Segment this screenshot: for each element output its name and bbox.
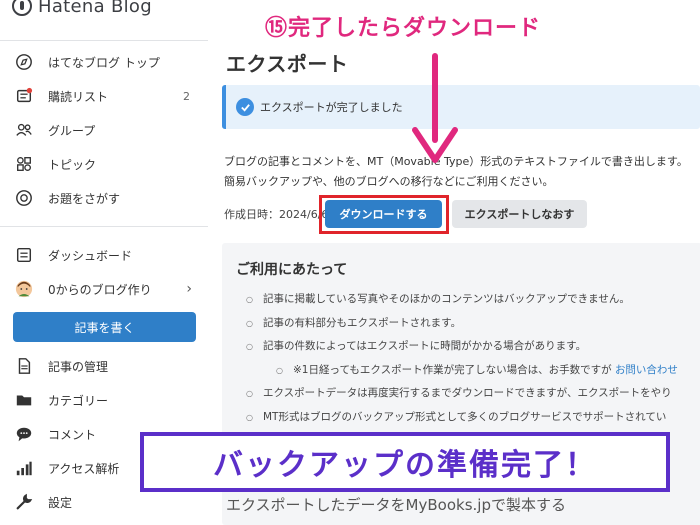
sidebar-item-categories[interactable]: カテゴリー [0,383,208,417]
sidebar-divider [0,226,208,227]
notice-sub-text: ※1日経ってもエクスポート作業が完了しない場合は、お手数ですが [292,363,615,376]
notice-title: ご利用にあたって [236,262,348,278]
description-line: 簡易バックアップや、他のブログへの移行などにご利用ください。 [224,175,554,188]
sidebar-item-topics[interactable]: トピック [0,147,208,181]
wrench-icon [14,492,34,512]
sidebar-item-hatena-top[interactable]: はてなブログ トップ [0,45,208,79]
created-at: 作成日時：2024/6/6 [224,208,329,221]
notice-item: 記事に掲載している写真やそのほかのコンテンツはバックアップできません。 [246,291,678,315]
sidebar-item-label: グループ [48,123,96,138]
hatena-logo-icon [12,0,32,16]
analytics-icon [14,458,34,478]
backup-ready-banner: バックアップの準備完了！ [140,432,670,492]
theme-search-icon [14,188,34,208]
sidebar-item-label: 0からのブログ作り [48,282,152,297]
logo-text: Hatena Blog [38,0,152,17]
notice-list: 記事に掲載している写真やそのほかのコンテンツはバックアップできません。 記事の有… [246,291,678,432]
sidebar-divider [0,40,208,41]
subscription-count-badge: 2 [183,89,190,103]
sidebar-item-label: 設定 [48,495,73,510]
sidebar-item-label: はてなブログ トップ [48,55,160,70]
dashboard-icon [14,245,34,265]
banner-text: バックアップの準備完了！ [213,448,597,483]
page-title: エクスポート [226,52,349,76]
notice-item: 記事の有料部分もエクスポートされます。 [246,315,678,339]
sidebar-item-label: カテゴリー [48,393,109,408]
notice-sub-item: ※1日経ってもエクスポート作業が完了しない場合は、お手数ですが お問い合わせ [246,362,678,386]
notice-item: MT形式はブログのバックアップ形式として多くのブログサービスでサポートされてい [246,409,678,433]
reexport-button[interactable]: エクスポートしなおす [452,200,587,228]
avatar-icon [14,279,34,299]
subscription-icon [14,86,34,106]
sidebar-nav-mid: ダッシュボード 0からのブログ作り › [0,238,208,306]
alert-message: エクスポートが完了しました [260,101,403,114]
pointer-arrow-icon [412,53,458,163]
write-article-button[interactable]: 記事を書く [13,312,196,342]
sidebar-nav-top: はてなブログ トップ 購読リスト 2 グループ トピック お題をさがす [0,45,208,215]
compass-icon [14,52,34,72]
sidebar-item-groups[interactable]: グループ [0,113,208,147]
sidebar-item-label: ダッシュボード [48,248,133,263]
notice-item: エクスポートデータは再度実行するまでダウンロードできますが、エクスポートをやり [246,385,678,409]
check-circle-icon [236,98,254,116]
notice-item: 記事の件数によってはエクスポートに時間がかかる場合があります。 [246,338,678,362]
sidebar-item-label: コメント [48,427,97,442]
chevron-right-icon[interactable]: › [186,281,192,297]
topic-icon [14,154,34,174]
sidebar-item-dashboard[interactable]: ダッシュボード [0,238,208,272]
sidebar-item-label: 購読リスト [48,89,109,104]
group-icon [14,120,34,140]
step-annotation: ⑮完了したらダウンロード [265,16,542,41]
contact-link[interactable]: お問い合わせ [615,364,678,376]
sidebar-item-label: トピック [48,157,97,172]
sidebar-item-label: アクセス解析 [48,461,120,476]
sidebar-item-label: お題をさがす [48,191,121,206]
sidebar-item-themes[interactable]: お題をさがす [0,181,208,215]
download-highlight-frame [319,195,449,234]
sidebar-item-subscriptions[interactable]: 購読リスト 2 [0,79,208,113]
sidebar-item-label: 記事の管理 [48,359,109,374]
mybooks-link[interactable]: エクスポートしたデータをMyBooks.jpで製本する [226,494,566,515]
hatena-logo[interactable]: Hatena Blog [12,0,152,18]
sidebar-item-articles[interactable]: 記事の管理 [0,349,208,383]
document-icon [14,356,34,376]
comment-icon [14,424,34,444]
folder-icon [14,390,34,410]
sidebar-item-blog[interactable]: 0からのブログ作り › [0,272,208,306]
